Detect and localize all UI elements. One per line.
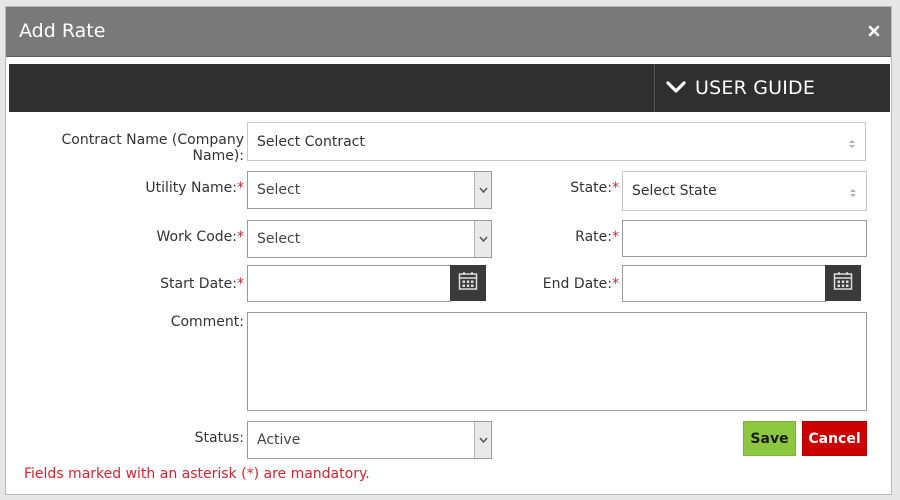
- work-code-label: Work Code:*: [156, 229, 244, 245]
- contract-select[interactable]: Select Contract: [247, 122, 866, 161]
- end-date-calendar-button[interactable]: [825, 265, 861, 301]
- rate-label: Rate:*: [575, 229, 619, 245]
- start-date-label: Start Date:*: [160, 276, 244, 292]
- cancel-button[interactable]: Cancel: [802, 421, 867, 456]
- comment-textarea[interactable]: [247, 312, 867, 411]
- mandatory-fields-note: Fields marked with an asterisk (*) are m…: [24, 466, 370, 482]
- status-value: Active: [257, 432, 301, 448]
- dialog-title-bar: Add Rate: [6, 7, 891, 57]
- end-date-input[interactable]: [622, 265, 826, 302]
- start-date-calendar-button[interactable]: [450, 265, 486, 301]
- contract-select-value: Select Contract: [257, 133, 365, 150]
- chevron-down-icon: [474, 172, 491, 208]
- work-code-value: Select: [257, 231, 301, 247]
- user-guide-toggle[interactable]: USER GUIDE: [666, 64, 815, 112]
- work-code-select[interactable]: Select: [247, 220, 492, 258]
- add-rate-dialog: Add Rate USER GUIDE Contract Name (Compa…: [5, 6, 892, 495]
- comment-label: Comment:: [170, 314, 244, 330]
- guide-divider: [654, 64, 655, 112]
- chevron-down-icon: [474, 221, 491, 257]
- state-label: State:*: [570, 180, 619, 196]
- state-select-value: Select State: [632, 183, 717, 199]
- chevron-down-icon: [474, 422, 491, 458]
- rate-input[interactable]: [622, 220, 867, 257]
- user-guide-bar: USER GUIDE: [9, 64, 890, 112]
- state-select[interactable]: Select State: [622, 171, 867, 211]
- user-guide-label: USER GUIDE: [695, 77, 816, 99]
- utility-name-value: Select: [257, 182, 301, 198]
- utility-name-label: Utility Name:*: [145, 180, 244, 196]
- end-date-label: End Date:*: [542, 276, 619, 292]
- calendar-icon: [458, 271, 478, 295]
- calendar-icon: [833, 271, 853, 295]
- contract-name-label: Contract Name (Company Name):: [61, 132, 245, 164]
- close-icon[interactable]: [867, 22, 881, 40]
- utility-name-select[interactable]: Select: [247, 171, 492, 209]
- select-arrows-icon: [850, 186, 856, 197]
- start-date-input[interactable]: [247, 265, 451, 302]
- chevron-down-icon: [666, 77, 686, 99]
- dialog-title: Add Rate: [19, 20, 106, 42]
- status-label: Status:: [194, 430, 244, 446]
- status-select[interactable]: Active: [247, 421, 492, 459]
- select-arrows-icon: [849, 137, 855, 148]
- save-button[interactable]: Save: [743, 421, 796, 456]
